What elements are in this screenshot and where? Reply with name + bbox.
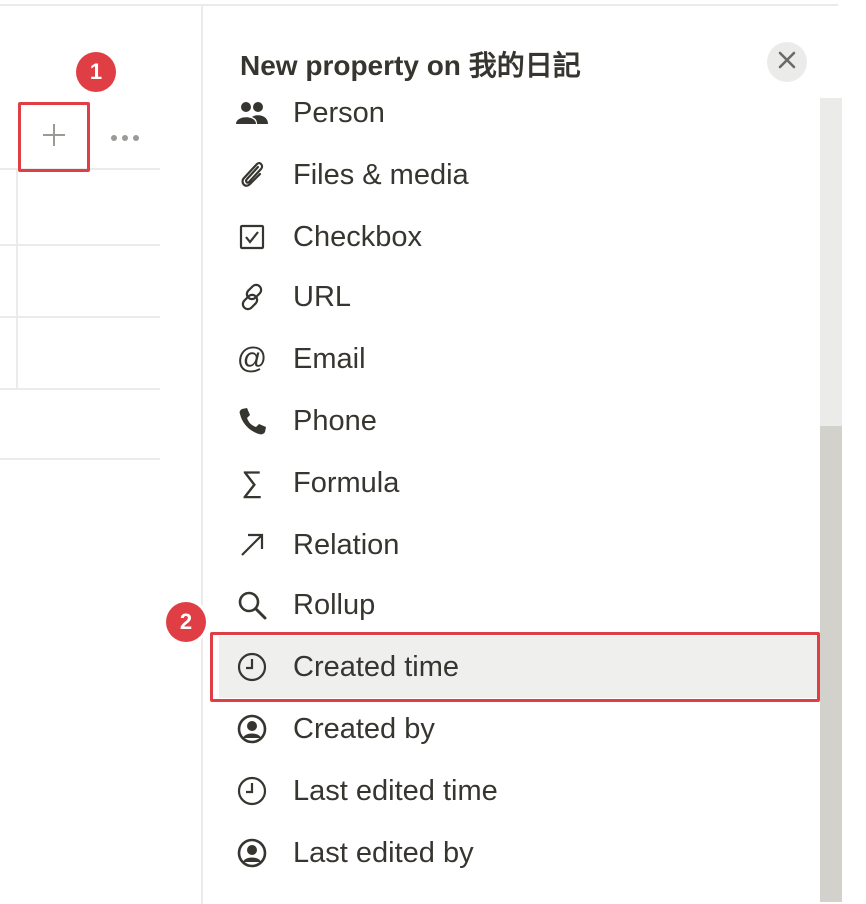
property-type-label: Formula — [293, 466, 400, 499]
property-type-label: Email — [293, 342, 366, 375]
table-row-divider — [0, 316, 160, 318]
magnifier-icon — [235, 588, 269, 622]
step-badge-1: 1 — [76, 52, 116, 92]
people-icon — [235, 96, 269, 130]
add-property-button[interactable] — [18, 102, 90, 172]
close-button[interactable] — [767, 42, 807, 82]
link-icon — [235, 280, 269, 314]
checkbox-icon — [235, 220, 269, 254]
paperclip-icon — [235, 158, 269, 192]
property-type-person[interactable]: Person — [219, 82, 819, 144]
property-type-label: Rollup — [293, 588, 376, 621]
property-type-url[interactable]: URL — [219, 266, 819, 328]
sigma-icon: ∑ — [241, 466, 263, 499]
property-type-last-edited-time[interactable]: Last edited time — [219, 760, 819, 822]
property-type-last-edited-by[interactable]: Last edited by — [219, 822, 819, 884]
plus-icon — [41, 122, 67, 153]
property-type-checkbox[interactable]: Checkbox — [219, 206, 819, 268]
property-type-rollup[interactable]: Rollup — [219, 574, 819, 636]
panel-title: New property on 我的日記 — [240, 50, 581, 81]
property-type-label: Person — [293, 96, 385, 129]
database-table-area — [0, 6, 200, 904]
property-type-label: Checkbox — [293, 220, 422, 253]
more-options-button[interactable] — [105, 118, 145, 158]
phone-icon — [235, 404, 269, 438]
property-type-email[interactable]: @ Email — [219, 328, 819, 390]
property-type-label: Phone — [293, 404, 377, 437]
clock-icon — [235, 774, 269, 808]
arrow-up-right-icon — [235, 528, 269, 562]
table-row-divider — [0, 388, 160, 390]
property-type-phone[interactable]: Phone — [219, 390, 819, 452]
property-type-label: Last edited by — [293, 836, 474, 869]
step-badge-2: 2 — [166, 602, 206, 642]
table-row-divider — [0, 458, 160, 460]
table-column-divider — [16, 170, 18, 388]
close-icon — [778, 51, 796, 74]
property-type-label: Relation — [293, 528, 400, 561]
property-type-relation[interactable]: Relation — [219, 514, 819, 576]
ellipsis-icon — [110, 129, 140, 147]
table-row-divider — [0, 244, 160, 246]
user-circle-icon — [235, 836, 269, 870]
property-type-label: Created by — [293, 712, 435, 745]
property-type-created-by[interactable]: Created by — [219, 698, 819, 760]
highlight-box-created-time — [210, 632, 820, 702]
new-property-panel: New property on 我的日記 Person Files & medi… — [201, 6, 843, 904]
scrollbar-thumb[interactable] — [820, 426, 842, 902]
property-type-label: Last edited time — [293, 774, 498, 807]
property-type-files-media[interactable]: Files & media — [219, 144, 819, 206]
property-type-formula[interactable]: ∑ Formula — [219, 452, 819, 514]
user-circle-icon — [235, 712, 269, 746]
at-sign-icon: @ — [236, 342, 268, 375]
property-type-label: URL — [293, 280, 352, 313]
property-type-label: Files & media — [293, 158, 469, 191]
